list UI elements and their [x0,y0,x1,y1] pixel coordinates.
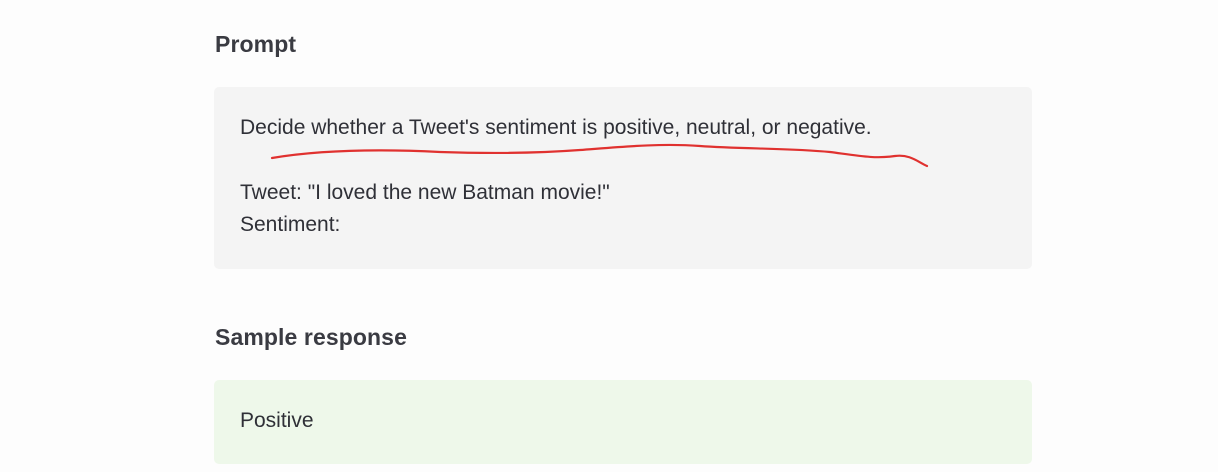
prompt-instruction: Decide whether a Tweet's sentiment is po… [240,116,872,139]
prompt-sentiment-label: Sentiment: [240,213,341,236]
prompt-tweet: Tweet: "I loved the new Batman movie!" [240,181,610,204]
sample-response-box: Positive [214,380,1032,464]
prompt-heading: Prompt [215,31,297,57]
page: Prompt Decide whether a Tweet's sentimen… [0,0,1218,472]
sample-response-text: Positive [240,409,314,432]
prompt-box: Decide whether a Tweet's sentiment is po… [214,87,1032,269]
sample-response-heading: Sample response [215,324,407,350]
